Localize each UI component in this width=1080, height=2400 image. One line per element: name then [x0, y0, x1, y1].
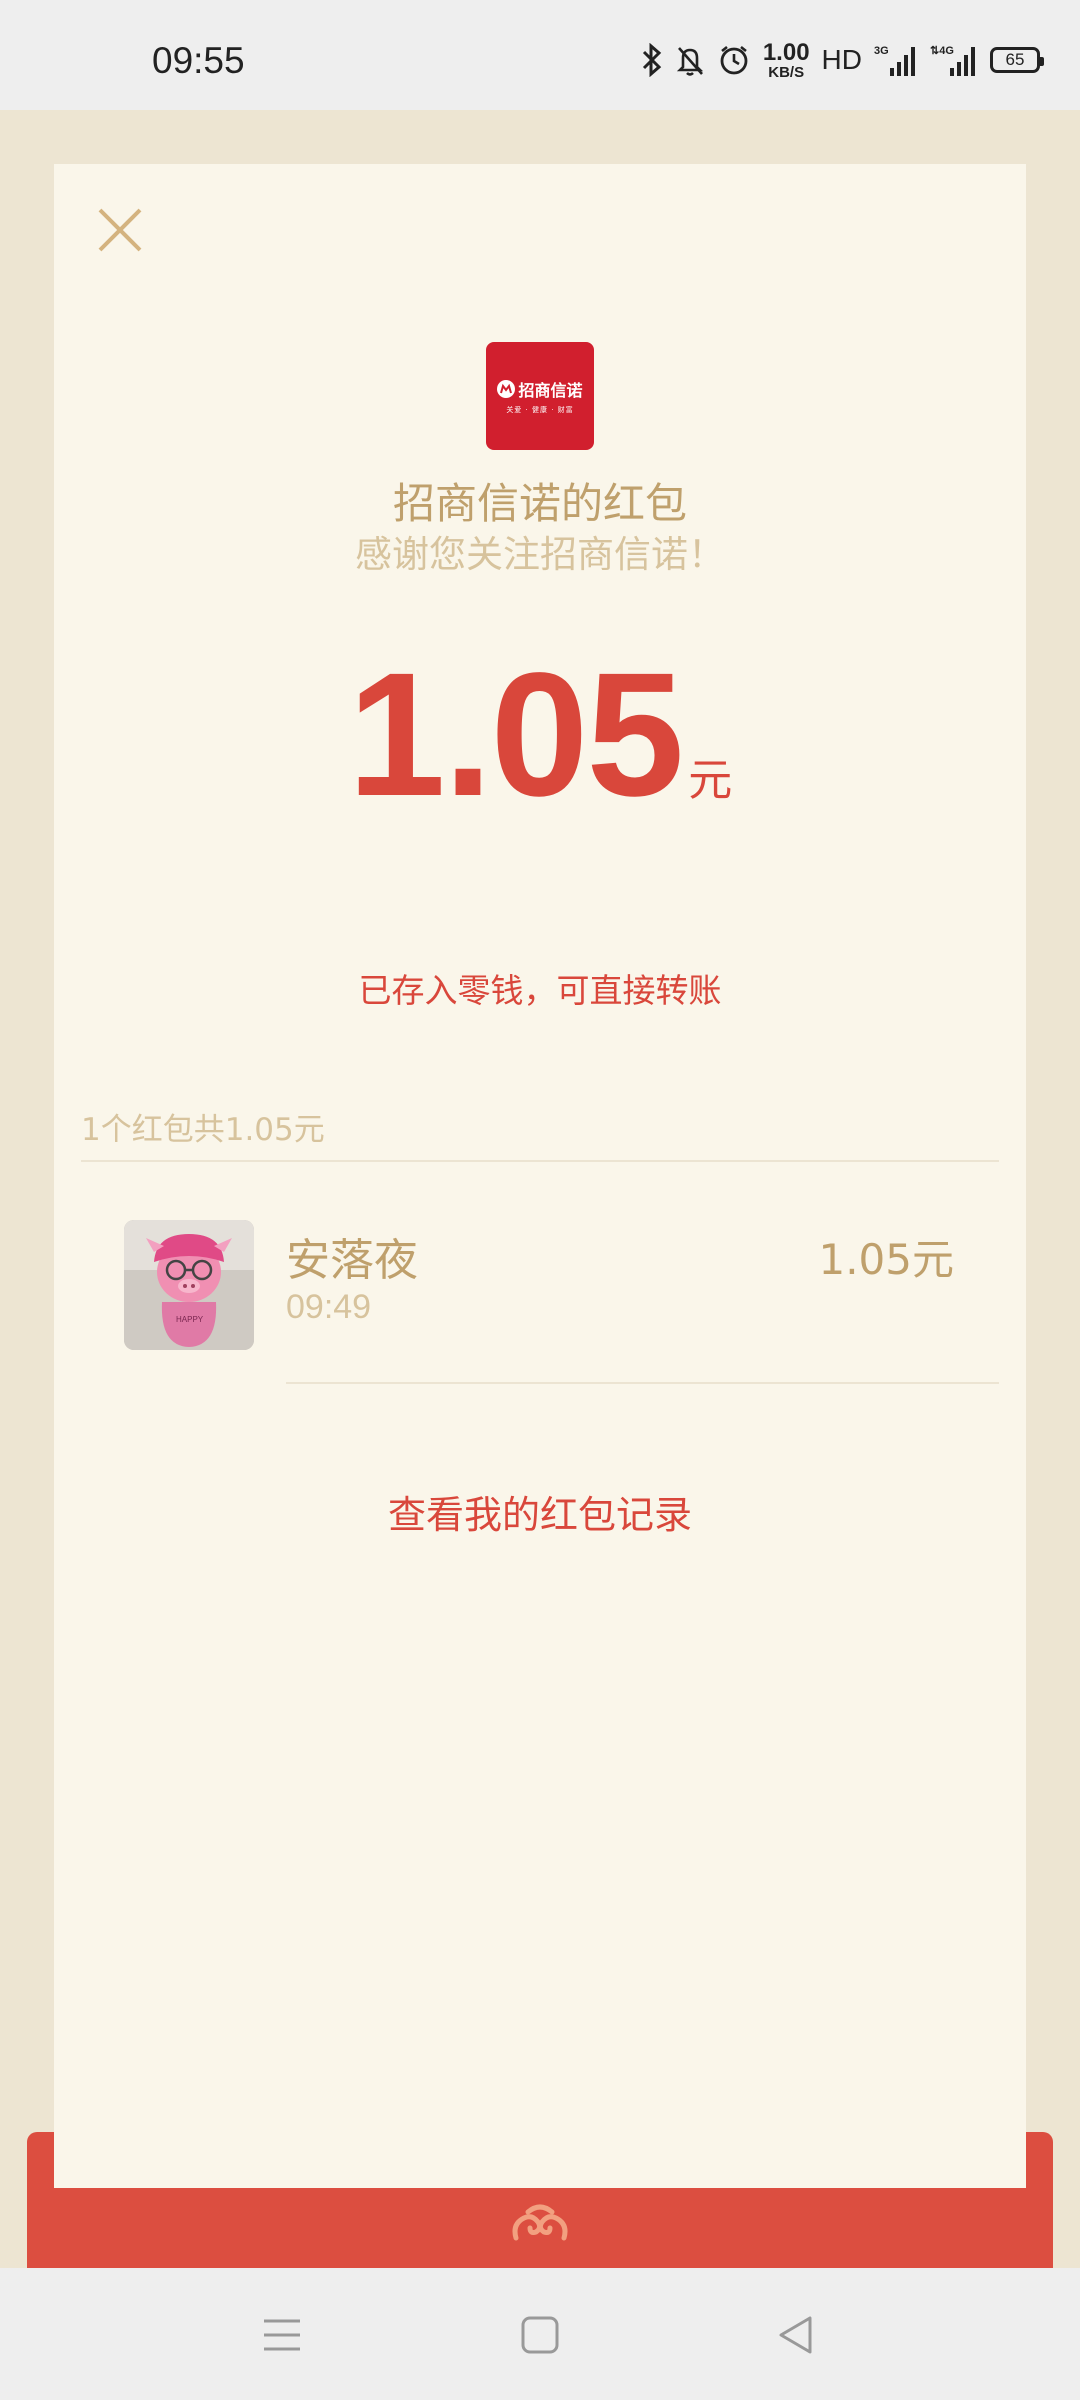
home-button[interactable] — [510, 2308, 570, 2362]
signal-4g-icon: ⇅4G — [930, 40, 978, 80]
amount-unit: 元 — [688, 755, 733, 806]
divider — [81, 1160, 999, 1162]
record-time: 09:49 — [286, 1288, 372, 1326]
status-bar: 09:55 1.00 KB/S HD 3G ⇅4G 65 — [0, 0, 1080, 110]
status-icons: 1.00 KB/S HD 3G ⇅4G 65 — [641, 38, 1044, 81]
logo-subtext: 关爱 · 健康 · 财富 — [506, 406, 574, 414]
blessing-text: 感谢您关注招商信诺！ — [355, 533, 725, 576]
back-triangle-icon — [779, 2316, 812, 2354]
sender-title: 招商信诺的红包 — [392, 479, 687, 528]
network-speed: 1.00 KB/S — [762, 38, 810, 81]
svg-text:3G: 3G — [874, 45, 889, 57]
close-button[interactable] — [90, 200, 150, 260]
bluetooth-icon — [641, 40, 663, 80]
sender-logo: 招商信诺 关爱 · 健康 · 财富 — [486, 342, 594, 450]
deposit-note-link[interactable]: 已存入零钱，可直接转账 — [54, 964, 1026, 1012]
close-icon — [98, 208, 142, 252]
system-nav-bar — [0, 2268, 1080, 2400]
packet-summary: 1个红包共1.05元 — [81, 1112, 325, 1148]
svg-text:HAPPY: HAPPY — [176, 1315, 204, 1324]
view-records-link[interactable]: 查看我的红包记录 — [54, 1484, 1026, 1539]
menu-button[interactable] — [252, 2308, 312, 2362]
menu-icon — [264, 2319, 300, 2351]
back-button[interactable] — [766, 2308, 826, 2362]
avatar: HAPPY — [124, 1220, 254, 1350]
record-amount: 1.05元 — [818, 1235, 954, 1284]
logo-text: 招商信诺 — [518, 381, 583, 400]
row-divider — [286, 1382, 999, 1384]
envelope-emblem-icon — [512, 2204, 568, 2241]
logo-mark-icon — [497, 380, 516, 398]
battery-icon: 65 — [990, 47, 1044, 73]
hd-indicator: HD — [821, 44, 862, 75]
record-row[interactable]: HAPPY 安落夜 09:49 1.05元 — [54, 1164, 1026, 1384]
amount-display: 1.05 元 — [54, 634, 1026, 836]
red-packet-detail-card: 招商信诺 关爱 · 健康 · 财富 招商信诺的红包 感谢您关注招商信诺！ 1.0… — [54, 164, 1026, 2188]
status-time: 09:55 — [152, 40, 245, 81]
svg-text:⇅4G: ⇅4G — [930, 45, 954, 57]
card-zigzag-edge — [54, 2160, 1026, 2184]
alarm-icon — [717, 40, 751, 80]
home-square-icon — [521, 2316, 559, 2354]
record-name: 安落夜 — [286, 1235, 418, 1286]
mute-bell-icon — [675, 40, 705, 80]
signal-3g-icon: 3G — [874, 40, 918, 80]
amount-value: 1.05 — [347, 637, 685, 833]
